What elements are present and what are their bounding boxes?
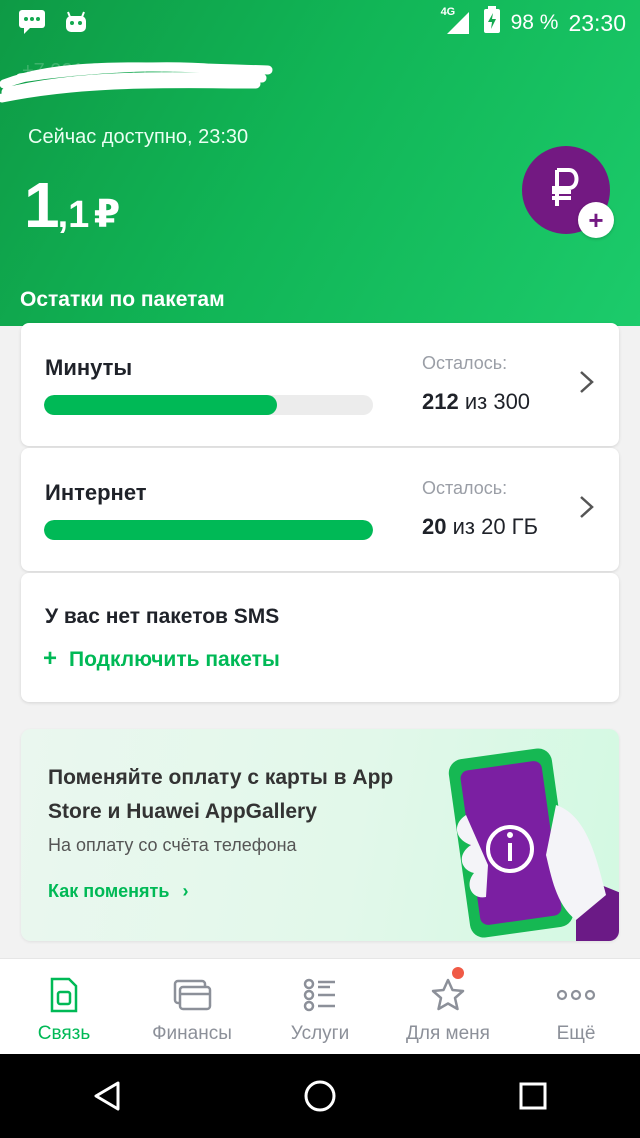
remain-value: 212 из 300 bbox=[422, 389, 531, 414]
progress-fill bbox=[44, 395, 277, 415]
notification-badge bbox=[452, 967, 464, 979]
battery-level: 98 % bbox=[510, 11, 559, 34]
battery-icon bbox=[483, 6, 501, 40]
package-name: Интернет bbox=[45, 480, 147, 505]
tab-services[interactable]: Услуги bbox=[256, 959, 384, 1054]
currency-sign: ₽ bbox=[93, 194, 121, 236]
packages-title: Остатки по пакетам bbox=[20, 288, 225, 311]
list-icon bbox=[300, 975, 340, 1015]
bottom-tab-bar: Связь Финансы Услуги Для меня Ещё bbox=[0, 958, 640, 1054]
remain-label: Осталось: bbox=[422, 353, 508, 373]
more-icon bbox=[556, 975, 596, 1015]
tab-label: Услуги bbox=[290, 1023, 350, 1044]
plus-icon: + bbox=[578, 202, 614, 238]
progress-fill bbox=[44, 520, 373, 540]
card-icon bbox=[172, 975, 212, 1015]
header: 4G 98 % 23:30 +7 921 3?? ?? ?? Сейчас до… bbox=[0, 0, 640, 326]
package-card-minutes[interactable]: Минуты Осталось: 212 из 300 bbox=[21, 323, 619, 446]
balance[interactable]: 1,1 ₽ bbox=[24, 168, 120, 242]
tab-label: Ещё bbox=[556, 1023, 596, 1044]
promo-banner[interactable]: Поменяйте оплату с карты в App Store и H… bbox=[21, 729, 619, 941]
sms-title: У вас нет пакетов SMS bbox=[45, 605, 280, 628]
sms-card: У вас нет пакетов SMS + Подключить пакеты bbox=[21, 573, 619, 702]
topup-button[interactable]: + bbox=[522, 146, 614, 238]
clock: 23:30 bbox=[568, 9, 626, 36]
promo-title: Поменяйте оплату с карты в App Store и H… bbox=[48, 766, 394, 823]
connect-packages-label: Подключить пакеты bbox=[69, 648, 280, 671]
tab-finance[interactable]: Финансы bbox=[128, 959, 256, 1054]
promo-link[interactable]: Как поменять › bbox=[48, 881, 188, 902]
promo-subtitle: На оплату со счёта телефона bbox=[48, 835, 297, 855]
balance-integer: 1 bbox=[24, 169, 60, 241]
package-card-internet[interactable]: Интернет Осталось: 20 из 20 ГБ bbox=[21, 448, 619, 571]
available-label: Сейчас доступно, 23:30 bbox=[28, 126, 249, 148]
phone-hand-illustration bbox=[448, 748, 619, 941]
plus-icon: + bbox=[43, 645, 58, 672]
home-icon[interactable] bbox=[290, 1066, 350, 1126]
chevron-right-icon bbox=[580, 371, 594, 393]
back-icon[interactable] bbox=[77, 1066, 137, 1126]
remain-value: 20 из 20 ГБ bbox=[422, 514, 539, 539]
chevron-right-icon: › bbox=[182, 881, 189, 901]
tab-for-me[interactable]: Для меня bbox=[384, 959, 512, 1054]
tab-svyaz[interactable]: Связь bbox=[0, 959, 128, 1054]
ruble-icon bbox=[549, 166, 583, 215]
tab-label: Финансы bbox=[152, 1023, 232, 1044]
tab-label: Для меня bbox=[406, 1023, 490, 1044]
chevron-right-icon bbox=[580, 496, 594, 518]
promo-link-label: Как поменять bbox=[48, 881, 170, 901]
package-name: Минуты bbox=[45, 355, 133, 380]
progress-bar bbox=[44, 395, 373, 415]
sim-icon bbox=[44, 975, 84, 1015]
signal-icon: 4G bbox=[441, 6, 473, 36]
redaction-scribble bbox=[0, 62, 273, 103]
remain-label: Осталось: bbox=[422, 478, 508, 498]
system-nav-bar bbox=[0, 1054, 640, 1138]
connect-packages-link[interactable]: + Подключить пакеты bbox=[43, 645, 280, 673]
balance-fraction: ,1 bbox=[57, 194, 90, 236]
android-icon bbox=[62, 8, 90, 36]
recents-icon[interactable] bbox=[503, 1066, 563, 1126]
tab-more[interactable]: Ещё bbox=[512, 959, 640, 1054]
message-icon bbox=[18, 8, 46, 36]
tab-label: Связь bbox=[37, 1023, 91, 1044]
progress-bar bbox=[44, 520, 373, 540]
status-bar: 4G 98 % 23:30 bbox=[0, 0, 640, 44]
network-type: 4G bbox=[440, 6, 456, 18]
star-icon bbox=[428, 975, 468, 1015]
